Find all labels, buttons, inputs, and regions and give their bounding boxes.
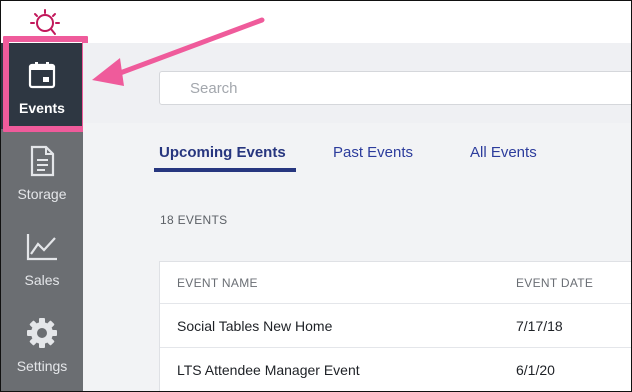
nav-item-settings[interactable]: Settings [1, 301, 83, 387]
top-strip [1, 1, 631, 43]
event-date-cell: 7/17/18 [516, 318, 563, 334]
tab-past-events[interactable]: Past Events [333, 144, 413, 161]
nav-item-sales[interactable]: Sales [1, 215, 83, 301]
document-icon [23, 142, 61, 180]
active-tab-underline [154, 168, 296, 172]
table-row[interactable]: Social Tables New Home 7/17/18 [160, 303, 631, 348]
column-header-event-name[interactable]: EVENT NAME [177, 276, 258, 290]
gear-icon [23, 314, 61, 352]
main-content: Search Upcoming Events Past Events All E… [83, 43, 631, 391]
column-header-event-date[interactable]: EVENT DATE [516, 276, 593, 290]
event-tabs: Upcoming Events Past Events All Events [83, 123, 631, 173]
app-window: Events Storage Sales Settings Search Upc… [0, 0, 632, 392]
line-chart-icon [23, 228, 61, 266]
nav-item-storage[interactable]: Storage [1, 129, 83, 215]
event-name-cell[interactable]: Social Tables New Home [177, 318, 332, 334]
event-date-cell: 6/1/20 [516, 362, 555, 378]
table-row[interactable]: LTS Attendee Manager Event 6/1/20 [160, 347, 631, 391]
nav-label-storage: Storage [17, 186, 67, 202]
search-area: Search [83, 43, 631, 123]
nav-label-sales: Sales [24, 272, 60, 288]
events-highlight-box [3, 36, 88, 132]
event-name-cell[interactable]: LTS Attendee Manager Event [177, 362, 360, 378]
events-count: 18 EVENTS [160, 213, 228, 227]
tab-upcoming-events[interactable]: Upcoming Events [159, 144, 286, 161]
tab-all-events[interactable]: All Events [470, 144, 537, 161]
social-tables-logo[interactable] [26, 4, 64, 38]
nav-label-settings: Settings [16, 358, 68, 374]
events-table: EVENT NAME EVENT DATE Social Tables New … [159, 261, 631, 391]
search-input[interactable]: Search [159, 71, 631, 105]
